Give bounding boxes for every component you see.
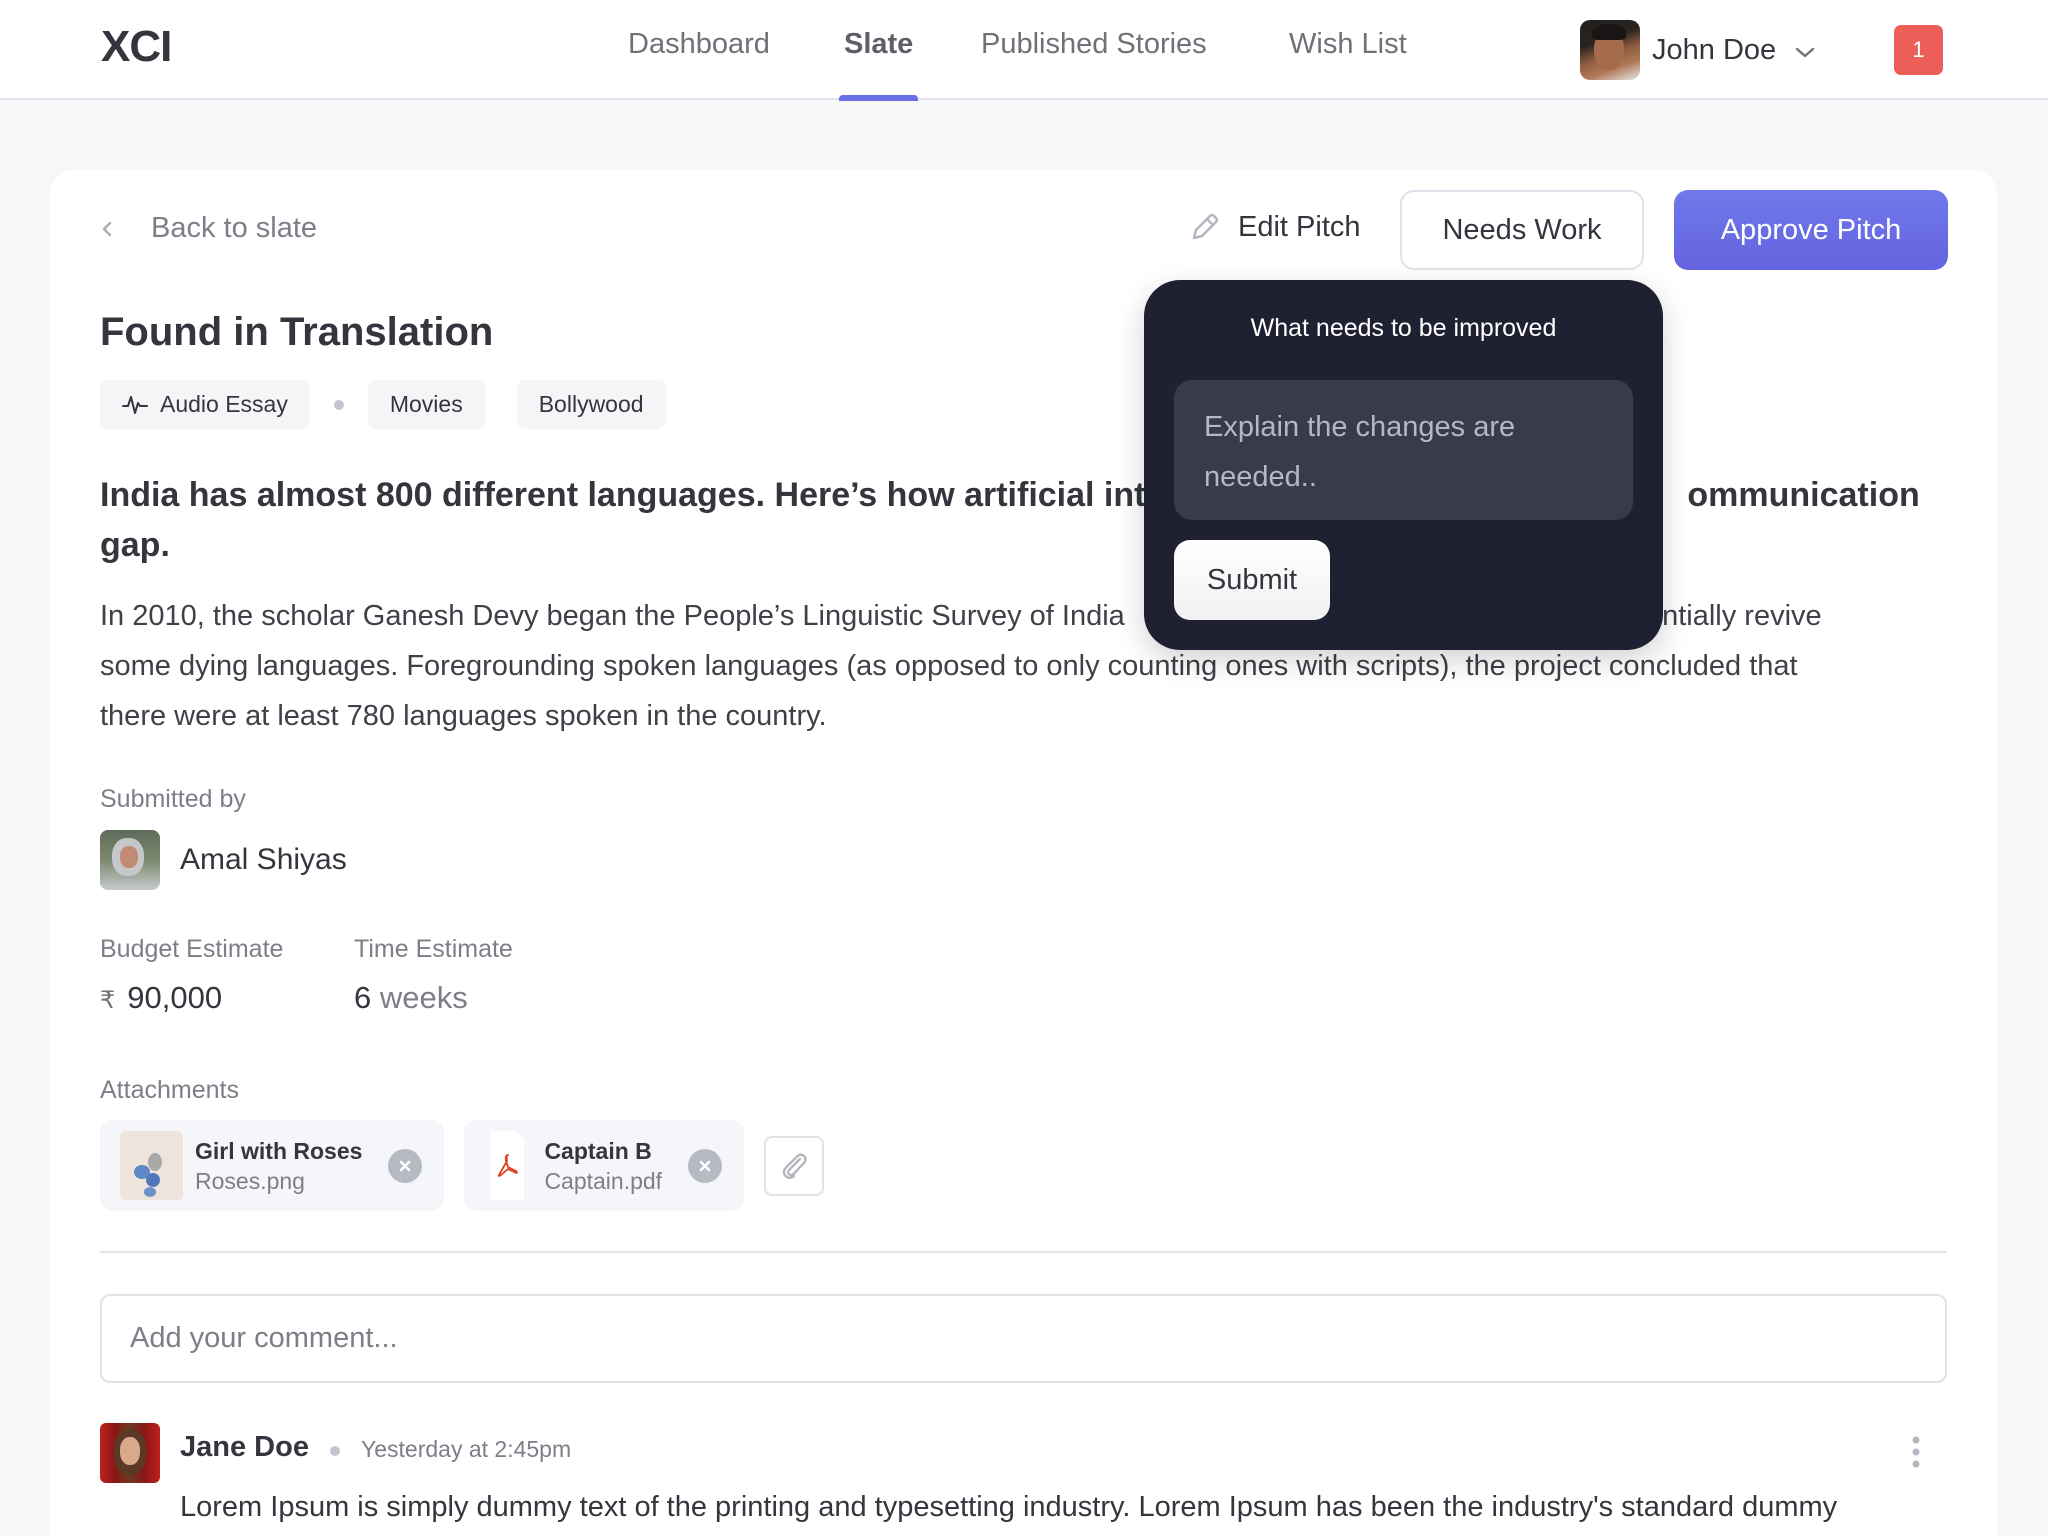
remove-attachment-button[interactable] xyxy=(388,1148,423,1183)
improvement-feedback-input[interactable] xyxy=(1174,380,1633,520)
budget-estimate-label: Budget Estimate xyxy=(100,935,284,963)
attachment-name: Captain B xyxy=(544,1137,652,1164)
budget-estimate-value: ₹90,000 xyxy=(100,980,222,1016)
app-logo[interactable]: XCI xyxy=(101,22,172,72)
headline-start: India has almost 800 different languages… xyxy=(100,476,1165,514)
pdf-file-icon xyxy=(490,1131,525,1200)
attachment-item[interactable]: Girl with Roses Roses.png xyxy=(100,1120,445,1211)
separator-dot xyxy=(330,1446,340,1456)
back-to-slate-label: Back to slate xyxy=(151,212,318,244)
submitter-name: Amal Shiyas xyxy=(180,843,347,876)
edit-pitch-label: Edit Pitch xyxy=(1238,210,1361,243)
remove-attachment-button[interactable] xyxy=(688,1148,723,1183)
time-estimate-value: 6 weeks xyxy=(354,980,468,1016)
needs-work-popover: What needs to be improved Submit xyxy=(1144,280,1663,650)
active-tab-indicator xyxy=(839,95,919,101)
acrobat-icon xyxy=(498,1154,519,1177)
budget-amount: 90,000 xyxy=(127,980,223,1015)
tab-slate-label: Slate xyxy=(844,28,914,60)
paperclip-icon xyxy=(782,1152,807,1179)
tab-dashboard[interactable]: Dashboard xyxy=(628,28,770,61)
attachments-label: Attachments xyxy=(100,1076,239,1104)
body-line-2: some dying languages. Foregrounding spok… xyxy=(100,650,1798,682)
approve-pitch-button[interactable]: Approve Pitch xyxy=(1674,190,1948,270)
comment-author-avatar xyxy=(100,1423,160,1483)
user-avatar xyxy=(1580,20,1640,80)
comment-input[interactable] xyxy=(100,1294,1947,1383)
submit-feedback-button[interactable]: Submit xyxy=(1174,540,1330,620)
user-name: John Doe xyxy=(1652,33,1777,66)
attachment-filename: Roses.png xyxy=(195,1167,305,1194)
user-menu[interactable]: John Doe xyxy=(1580,20,1816,80)
comment-author: Jane Doe xyxy=(180,1431,309,1463)
submitted-by-label: Submitted by xyxy=(100,785,246,813)
attachment-item[interactable]: Captain B Captain.pdf xyxy=(464,1120,745,1211)
body-line-3: there were at least 780 languages spoken… xyxy=(100,700,827,732)
image-thumbnail xyxy=(120,1131,183,1200)
chevron-down-icon xyxy=(1795,47,1815,58)
popover-title: What needs to be improved xyxy=(1250,314,1557,342)
section-divider xyxy=(100,1251,1947,1253)
format-tag-label: Audio Essay xyxy=(160,391,288,417)
back-to-slate-link[interactable]: Back to slate xyxy=(100,212,317,245)
submitter-avatar xyxy=(100,830,160,890)
comment-timestamp: Yesterday at 2:45pm xyxy=(361,1436,572,1462)
close-icon xyxy=(699,1160,711,1171)
notification-badge[interactable]: 1 xyxy=(1894,25,1943,75)
time-amount: 6 xyxy=(354,980,372,1015)
close-icon xyxy=(400,1160,411,1171)
chevron-left-icon xyxy=(102,221,112,236)
time-estimate-label: Time Estimate xyxy=(354,935,513,963)
pitch-title: Found in Translation xyxy=(100,310,494,354)
submitter[interactable]: Amal Shiyas xyxy=(100,830,347,890)
separator-dot xyxy=(333,399,344,410)
tab-published-stories[interactable]: Published Stories xyxy=(981,28,1207,61)
format-tag[interactable]: Audio Essay xyxy=(100,380,310,429)
tag-bollywood[interactable]: Bollywood xyxy=(516,380,666,429)
attachment-name: Girl with Roses xyxy=(195,1137,363,1164)
top-navigation: XCI Dashboard Slate Published Stories Wi… xyxy=(0,0,2048,101)
body-line-1-start: In 2010, the scholar Ganesh Devy began t… xyxy=(100,600,1125,632)
more-options-icon[interactable] xyxy=(1906,1435,1926,1469)
pencil-icon xyxy=(1192,213,1219,240)
tab-slate[interactable]: Slate xyxy=(839,28,919,101)
comment-text: Lorem Ipsum is simply dummy text of the … xyxy=(180,1491,1838,1523)
edit-pitch-button[interactable]: Edit Pitch xyxy=(1188,210,1361,244)
add-attachment-button[interactable] xyxy=(764,1135,825,1196)
needs-work-button[interactable]: Needs Work xyxy=(1400,190,1644,270)
time-unit: weeks xyxy=(379,980,468,1015)
pitch-tags: Audio Essay Movies Bollywood xyxy=(100,380,666,429)
attachment-filename: Captain.pdf xyxy=(544,1167,663,1194)
audio-wave-icon xyxy=(122,395,148,414)
rupee-icon: ₹ xyxy=(100,987,116,1014)
tab-wish-list[interactable]: Wish List xyxy=(1289,28,1407,61)
attachments-list: Girl with Roses Roses.png Captain B Capt… xyxy=(100,1120,825,1211)
page-gutter xyxy=(1998,101,2048,1536)
tag-movies[interactable]: Movies xyxy=(367,380,485,429)
